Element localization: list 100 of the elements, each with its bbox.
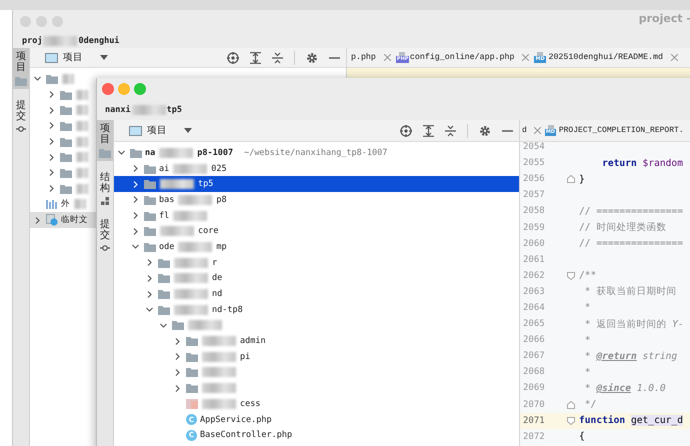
chevron-icon[interactable] [132, 212, 139, 220]
line-number: 2069 [522, 383, 546, 394]
tree-row[interactable]: nd [114, 286, 519, 302]
tree-row[interactable]: bas p8 [114, 192, 519, 208]
chevron-icon[interactable] [146, 259, 153, 266]
code-line: * [584, 366, 591, 378]
tree-row[interactable]: r [114, 254, 519, 270]
folder-icon [144, 179, 156, 190]
tool-window-tab[interactable]: 结构 [97, 169, 113, 208]
tree-row[interactable]: admin [114, 333, 519, 349]
commit-icon[interactable] [16, 125, 26, 133]
panel-title[interactable]: 项目 [63, 51, 83, 64]
close-icon[interactable] [384, 54, 391, 61]
fold-marker-icon[interactable] [567, 400, 575, 409]
fold-marker-icon[interactable] [567, 175, 575, 184]
blur-patch [159, 148, 194, 158]
collapse-all-icon[interactable] [445, 124, 456, 136]
blur-patch [202, 383, 236, 394]
fold-marker-icon[interactable] [567, 416, 575, 425]
tool-window-tab[interactable]: 提交 [13, 97, 29, 136]
file-name: 025 [211, 164, 227, 174]
chevron-icon[interactable] [132, 196, 139, 204]
file-name: bas [159, 194, 174, 205]
minimize-icon[interactable] [502, 130, 513, 132]
code-line: function get_cur_d [579, 415, 683, 426]
chevron-icon[interactable] [146, 290, 153, 298]
tree-row[interactable]: nd-tp8 [114, 302, 519, 318]
minimize-icon[interactable] [329, 56, 340, 58]
folder-icon [158, 258, 170, 268]
chevron-icon[interactable] [118, 149, 125, 156]
chevron-icon[interactable] [34, 216, 41, 224]
chevron-icon[interactable] [146, 274, 153, 282]
chevron-icon[interactable] [146, 306, 153, 314]
tool-window-tab[interactable]: 提交 [97, 216, 113, 255]
chevron-icon[interactable] [132, 165, 139, 172]
chevron-icon[interactable] [48, 122, 55, 130]
tree-row[interactable]: ode mp [114, 239, 519, 255]
chevron-icon[interactable] [160, 322, 167, 329]
line-number: 2063 [522, 286, 546, 297]
tree-row[interactable]: pi [114, 348, 519, 365]
tree-row[interactable]: core [114, 223, 519, 240]
tree-row[interactable]: na p8-1007 ~/website/nanxihang_tp8-1007 [114, 145, 519, 161]
chevron-icon[interactable] [174, 338, 181, 345]
tree-row[interactable]: ai 025 [114, 160, 519, 176]
tool-window-tab[interactable]: 项目 [13, 48, 29, 89]
window-control-icon[interactable] [102, 83, 114, 95]
panel-title[interactable]: 项目 [147, 124, 167, 137]
chevron-icon[interactable] [132, 243, 139, 250]
dropdown-caret-icon[interactable] [100, 55, 108, 60]
blur-patch [173, 164, 208, 174]
tree-row[interactable]: 外 [30, 196, 96, 212]
folder-icon [60, 105, 72, 116]
locate-icon[interactable] [400, 124, 412, 136]
expand-all-icon[interactable] [250, 52, 261, 64]
chevron-icon[interactable] [48, 91, 55, 98]
chevron-icon[interactable] [48, 185, 55, 192]
code-line: * [584, 302, 591, 314]
chevron-icon[interactable] [174, 384, 181, 392]
close-icon[interactable] [671, 54, 678, 61]
chevron-icon[interactable] [174, 353, 181, 360]
close-icon[interactable] [522, 54, 530, 61]
line-number: 2068 [522, 367, 546, 378]
tree-row[interactable]: de [114, 270, 519, 286]
chevron-icon[interactable] [48, 154, 55, 161]
structure-icon[interactable] [101, 197, 109, 205]
tree-row[interactable]: 临时文 [30, 212, 96, 228]
dropdown-caret-icon[interactable] [184, 128, 192, 133]
tree-row[interactable]: cess [114, 396, 519, 412]
tree-row[interactable]: fl [114, 208, 519, 224]
chevron-icon[interactable] [48, 169, 55, 176]
expand-all-icon[interactable] [423, 124, 434, 136]
chevron-icon[interactable] [48, 106, 55, 114]
file-name: core [198, 226, 218, 236]
tree-row[interactable]: tp5 [114, 176, 519, 192]
folder-icon [186, 383, 198, 394]
blur-patch [174, 289, 208, 300]
file-name: BaseController.php [200, 430, 292, 440]
blur-patch [173, 210, 208, 221]
blur-patch [202, 398, 236, 409]
file-name: proj [22, 36, 42, 46]
chevron-icon[interactable] [174, 368, 181, 376]
chevron-icon[interactable] [34, 75, 41, 82]
line-number: 2062 [522, 270, 546, 281]
collapse-all-icon[interactable] [272, 52, 283, 64]
code-line: * @return string [584, 350, 678, 362]
folder-icon [60, 136, 72, 147]
blur-patch [76, 90, 88, 100]
locate-icon[interactable] [227, 52, 239, 64]
editor-tab[interactable]: d [522, 126, 527, 135]
blur-patch [76, 136, 88, 147]
commit-icon[interactable] [100, 244, 110, 252]
settings-icon[interactable] [306, 52, 318, 64]
editor-tab[interactable]: p.php [351, 53, 376, 62]
chevron-icon[interactable] [132, 228, 139, 235]
settings-icon[interactable] [479, 124, 491, 136]
chevron-icon[interactable] [48, 138, 55, 146]
fold-marker-icon[interactable] [567, 272, 575, 280]
close-icon[interactable] [534, 127, 541, 134]
blur-patch [174, 273, 208, 284]
tool-window-tab[interactable]: 项目 [97, 120, 113, 161]
